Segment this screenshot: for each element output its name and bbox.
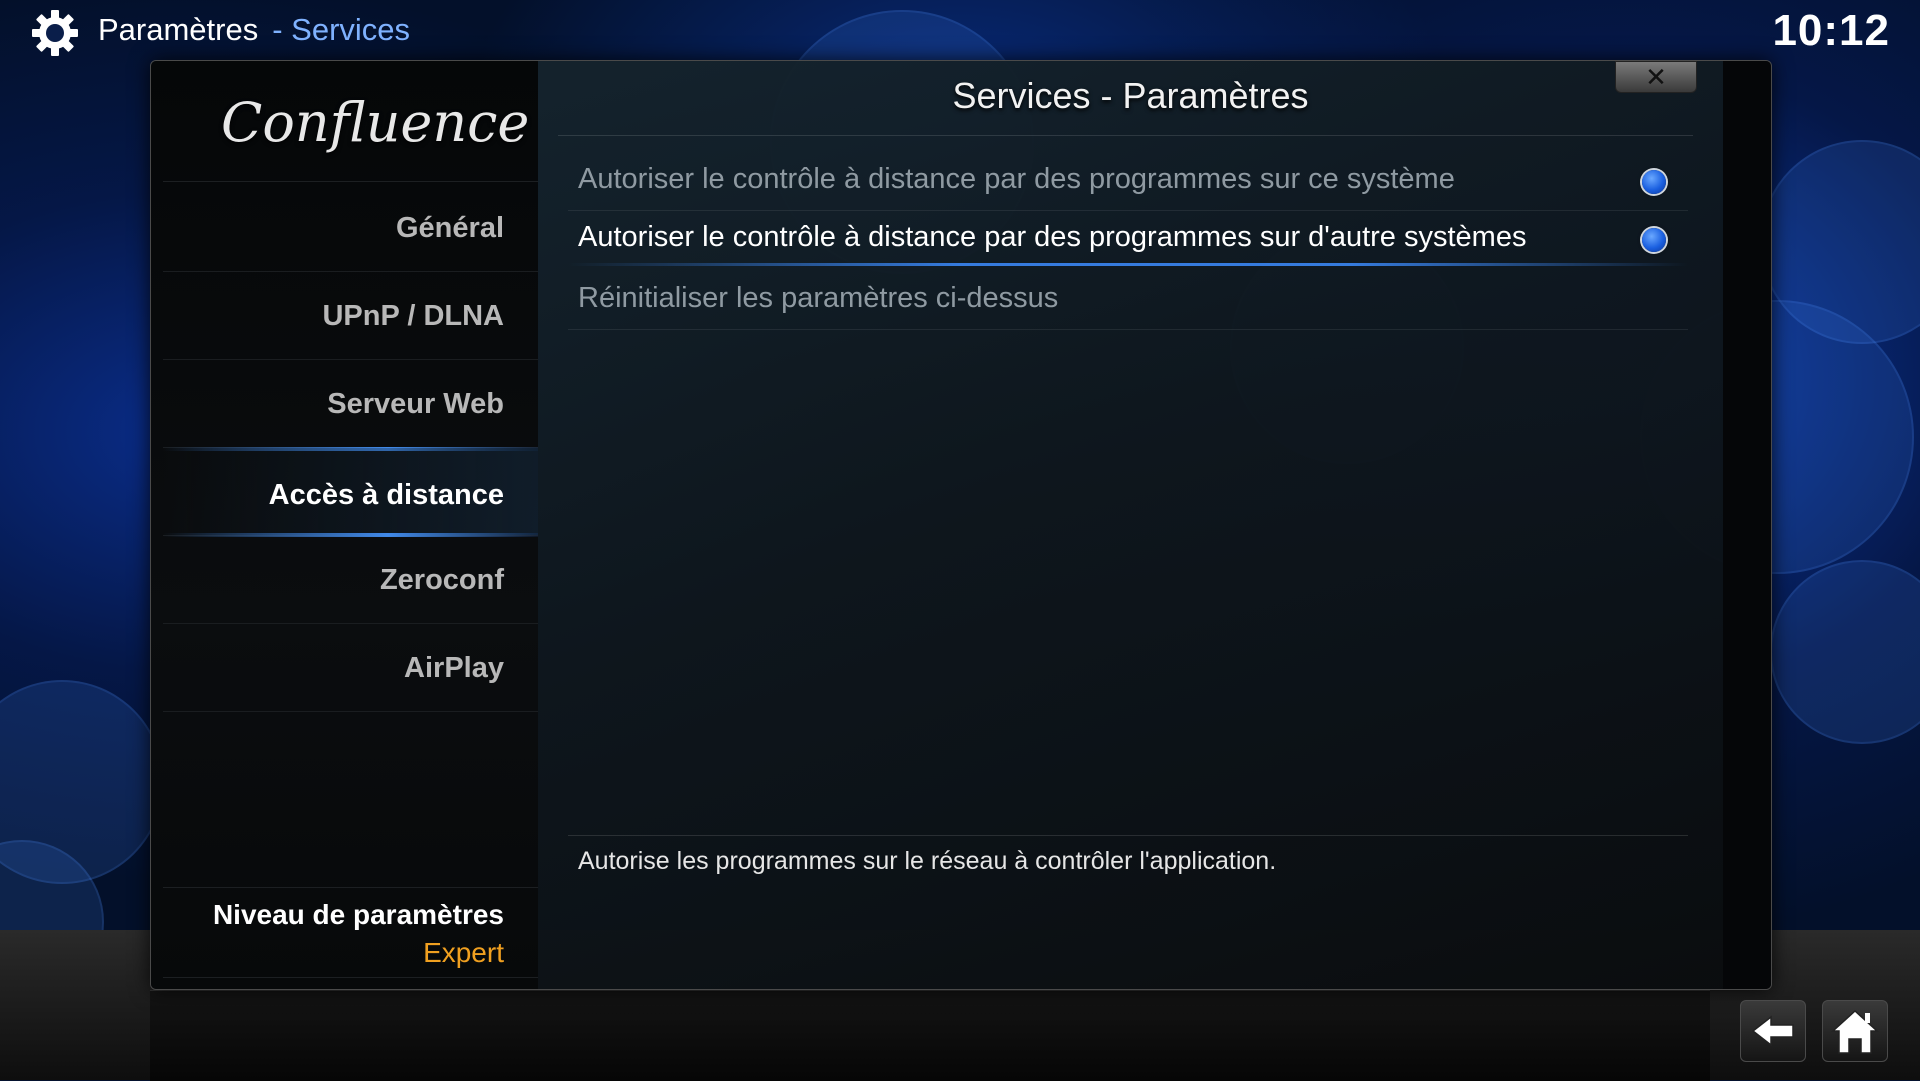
radio-on-icon[interactable] <box>1642 228 1666 252</box>
setting-description: Autorise les programmes sur le réseau à … <box>578 847 1277 875</box>
setting-reset-above[interactable]: Réinitialiser les paramètres ci-dessus <box>568 272 1688 330</box>
close-button[interactable]: ✕ <box>1615 61 1697 93</box>
breadcrumb-section: Paramètres <box>98 12 259 47</box>
description-divider <box>568 835 1688 836</box>
breadcrumb-subsection: - Services <box>272 12 411 47</box>
settings-content: Services - Paramètres Autoriser le contr… <box>538 61 1723 989</box>
sidebar-item-web-server[interactable]: Serveur Web <box>163 360 538 448</box>
settings-dialog: Confluence Général UPnP / DLNA Serveur W… <box>150 60 1772 990</box>
sidebar-item-remote-access[interactable]: Accès à distance <box>163 448 538 536</box>
setting-label: Réinitialiser les paramètres ci-dessus <box>578 282 1059 314</box>
setting-allow-local-remote-control[interactable]: Autoriser le contrôle à distance par des… <box>568 153 1688 211</box>
sidebar-item-general[interactable]: Général <box>163 184 538 272</box>
home-button[interactable] <box>1822 1000 1888 1062</box>
title-divider <box>558 135 1693 136</box>
settings-level-label[interactable]: Niveau de paramètres <box>164 899 504 931</box>
dialog-title: Services - Paramètres <box>952 75 1309 116</box>
breadcrumb: Paramètres - Services <box>98 12 410 48</box>
sidebar-item-airplay[interactable]: AirPlay <box>163 624 538 712</box>
setting-label: Autoriser le contrôle à distance par des… <box>578 163 1455 195</box>
radio-on-icon[interactable] <box>1642 170 1666 194</box>
confluence-logo: Confluence <box>221 91 530 154</box>
setting-label: Autoriser le contrôle à distance par des… <box>578 221 1527 253</box>
back-button[interactable] <box>1740 1000 1806 1062</box>
gear-icon <box>32 10 78 56</box>
back-arrow-icon <box>1751 1015 1794 1047</box>
top-bar: Paramètres - Services 10:12 <box>0 0 1920 60</box>
bottom-panel <box>150 990 1710 1081</box>
dialog-right-edge <box>1723 61 1771 989</box>
sidebar: Confluence Général UPnP / DLNA Serveur W… <box>151 61 538 989</box>
setting-allow-remote-control-other-systems[interactable]: Autoriser le contrôle à distance par des… <box>568 211 1688 269</box>
settings-level-value[interactable]: Expert <box>304 937 504 969</box>
sidebar-item-upnp-dlna[interactable]: UPnP / DLNA <box>163 272 538 360</box>
sidebar-item-zeroconf[interactable]: Zeroconf <box>163 536 538 624</box>
clock: 10:12 <box>1772 6 1890 55</box>
home-icon <box>1831 1009 1879 1054</box>
